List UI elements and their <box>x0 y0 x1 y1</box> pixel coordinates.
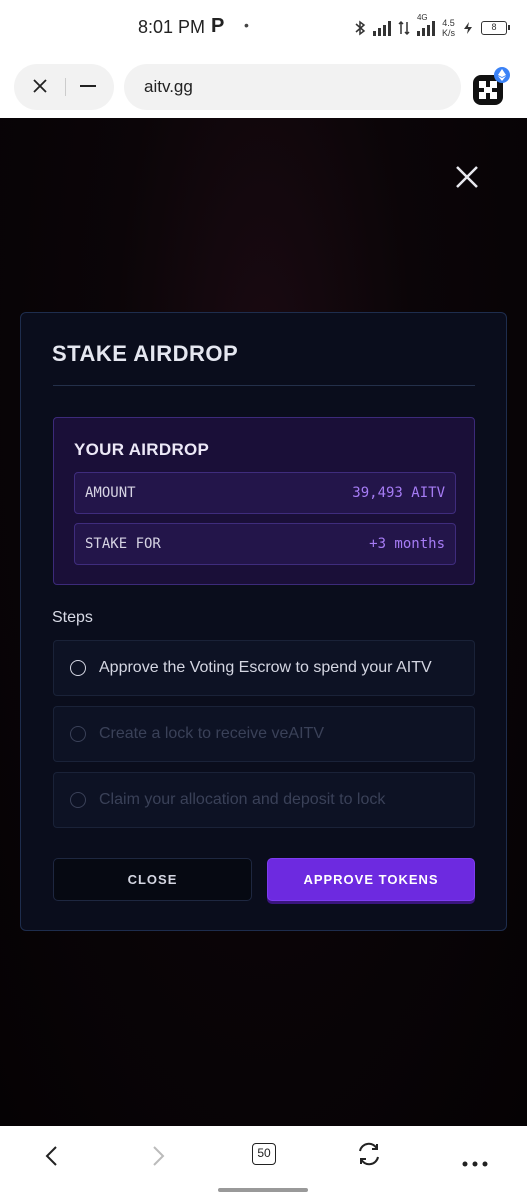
close-tab-icon[interactable] <box>32 78 48 94</box>
stake-for-label: STAKE FOR <box>85 536 161 552</box>
approve-tokens-button[interactable]: APPROVE TOKENS <box>267 858 475 901</box>
step-label: Approve the Voting Escrow to spend your … <box>99 659 432 676</box>
battery-icon: 8 <box>481 21 510 35</box>
step-radio-icon <box>70 792 86 808</box>
tab-controls <box>14 64 114 110</box>
amount-row: AMOUNT 39,493 AITV <box>74 472 456 514</box>
signal-icon <box>372 20 391 36</box>
divider <box>53 385 475 386</box>
data-transfer-icon <box>398 20 410 36</box>
steps-title: Steps <box>52 609 93 626</box>
parking-app-icon: P <box>211 15 225 37</box>
amount-label: AMOUNT <box>85 485 136 501</box>
stake-for-value: +3 months <box>369 536 445 552</box>
step-approve: Approve the Voting Escrow to spend your … <box>53 640 475 696</box>
stake-for-row: STAKE FOR +3 months <box>74 523 456 565</box>
bluetooth-icon <box>355 20 366 36</box>
status-time: 8:01 PM <box>138 17 206 37</box>
step-radio-icon <box>70 726 86 742</box>
extension-wallet-icon[interactable] <box>472 66 510 106</box>
status-icons: 4G 4.5 K/s 8 <box>354 13 510 42</box>
tabs-count-button[interactable]: 50 <box>252 1143 276 1165</box>
overlay-close-icon[interactable] <box>452 162 482 192</box>
network-4g-icon: 4G <box>416 13 435 36</box>
forward-icon[interactable] <box>150 1142 166 1170</box>
url-text: aitv.gg <box>144 77 193 96</box>
minimize-icon[interactable] <box>80 85 96 87</box>
stake-airdrop-modal: STAKE AIRDROP YOUR AIRDROP AMOUNT 39,493… <box>20 312 507 931</box>
amount-value: 39,493 AITV <box>352 485 445 501</box>
browser-bottom-nav: 50 <box>0 1126 527 1200</box>
divider <box>65 78 66 96</box>
notification-dot: • <box>244 17 249 33</box>
step-radio-icon <box>70 660 86 676</box>
more-icon[interactable] <box>462 1150 488 1178</box>
modal-title: STAKE AIRDROP <box>52 341 239 366</box>
step-claim: Claim your allocation and deposit to loc… <box>53 772 475 828</box>
speed-unit: K/s <box>441 28 455 38</box>
step-label: Create a lock to receive veAITV <box>99 725 324 742</box>
speed-value: 4.5 <box>442 18 455 28</box>
page-overlay: STAKE AIRDROP YOUR AIRDROP AMOUNT 39,493… <box>0 118 527 1126</box>
step-label: Claim your allocation and deposit to loc… <box>99 791 386 808</box>
step-create-lock: Create a lock to receive veAITV <box>53 706 475 762</box>
home-indicator[interactable] <box>218 1188 308 1192</box>
back-icon[interactable] <box>44 1142 60 1170</box>
browser-toolbar: aitv.gg <box>0 56 527 118</box>
airdrop-panel: YOUR AIRDROP AMOUNT 39,493 AITV STAKE FO… <box>53 417 475 585</box>
status-bar: 8:01 PM P • 4G 4.5 K/s 8 <box>0 0 527 56</box>
network-label: 4G <box>416 13 428 22</box>
address-bar[interactable]: aitv.gg <box>124 64 461 110</box>
charging-icon <box>464 22 472 34</box>
network-speed: 4.5 K/s <box>442 18 455 38</box>
close-button[interactable]: CLOSE <box>53 858 252 901</box>
reload-icon[interactable] <box>356 1141 382 1167</box>
airdrop-title: YOUR AIRDROP <box>74 440 210 459</box>
